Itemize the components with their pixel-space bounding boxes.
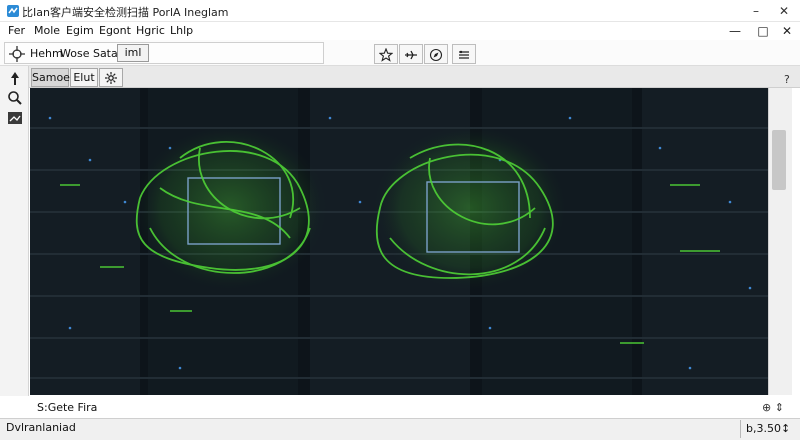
menu-item-egont[interactable]: Egont — [99, 24, 131, 37]
menu-item-mole[interactable]: Mole — [34, 24, 60, 37]
menu-item-egim[interactable]: Egim — [66, 24, 94, 37]
window-title: 比Ian客户端安全检测扫描 PorlA Ineglam — [22, 6, 229, 19]
status-bottom-right-text: b,3.50↕ — [746, 422, 791, 435]
status-bar — [0, 418, 800, 440]
menu-item-file[interactable]: Fer — [8, 24, 25, 37]
status-divider — [740, 420, 741, 438]
minimize-button[interactable]: — — [724, 22, 746, 40]
tab-bar — [29, 66, 800, 88]
search-icon[interactable] — [6, 89, 24, 107]
title-close-button[interactable]: ✕ — [772, 2, 796, 20]
close-button[interactable]: ✕ — [776, 22, 798, 40]
crosshair-icon[interactable] — [9, 46, 25, 62]
title-minimize-button[interactable]: – — [744, 2, 768, 20]
status-bottom-left-text: Dvlranlaniad — [6, 421, 76, 434]
stack-icon[interactable] — [452, 44, 476, 64]
menu-item-help[interactable]: Lhlp — [170, 24, 193, 37]
status-left-text: S:Gete Fira — [37, 401, 98, 414]
plane-icon[interactable] — [399, 44, 423, 64]
menu-item-hgric[interactable]: Hgric — [136, 24, 165, 37]
star-icon[interactable] — [374, 44, 398, 64]
scrollbar-thumb[interactable] — [772, 130, 786, 190]
tab-samoe[interactable]: Samoe — [31, 68, 70, 87]
tab-elut[interactable]: Elut — [70, 68, 98, 87]
scan-viewport[interactable] — [30, 88, 768, 395]
restore-button[interactable]: □ — [752, 22, 774, 40]
toolbar-left-label[interactable]: Hehm — [30, 47, 63, 60]
status-icons[interactable]: ⊕ ⇕ — [762, 401, 784, 414]
help-icon[interactable]: ? — [784, 73, 790, 86]
toolbar-iml-button[interactable]: iml — [117, 44, 149, 62]
app-icon — [6, 4, 20, 18]
pin-tool-icon[interactable] — [6, 70, 24, 88]
tab-settings-icon[interactable] — [99, 68, 123, 87]
image-tool-icon[interactable] — [6, 109, 24, 127]
info-row — [30, 398, 800, 416]
compass-icon[interactable] — [424, 44, 448, 64]
